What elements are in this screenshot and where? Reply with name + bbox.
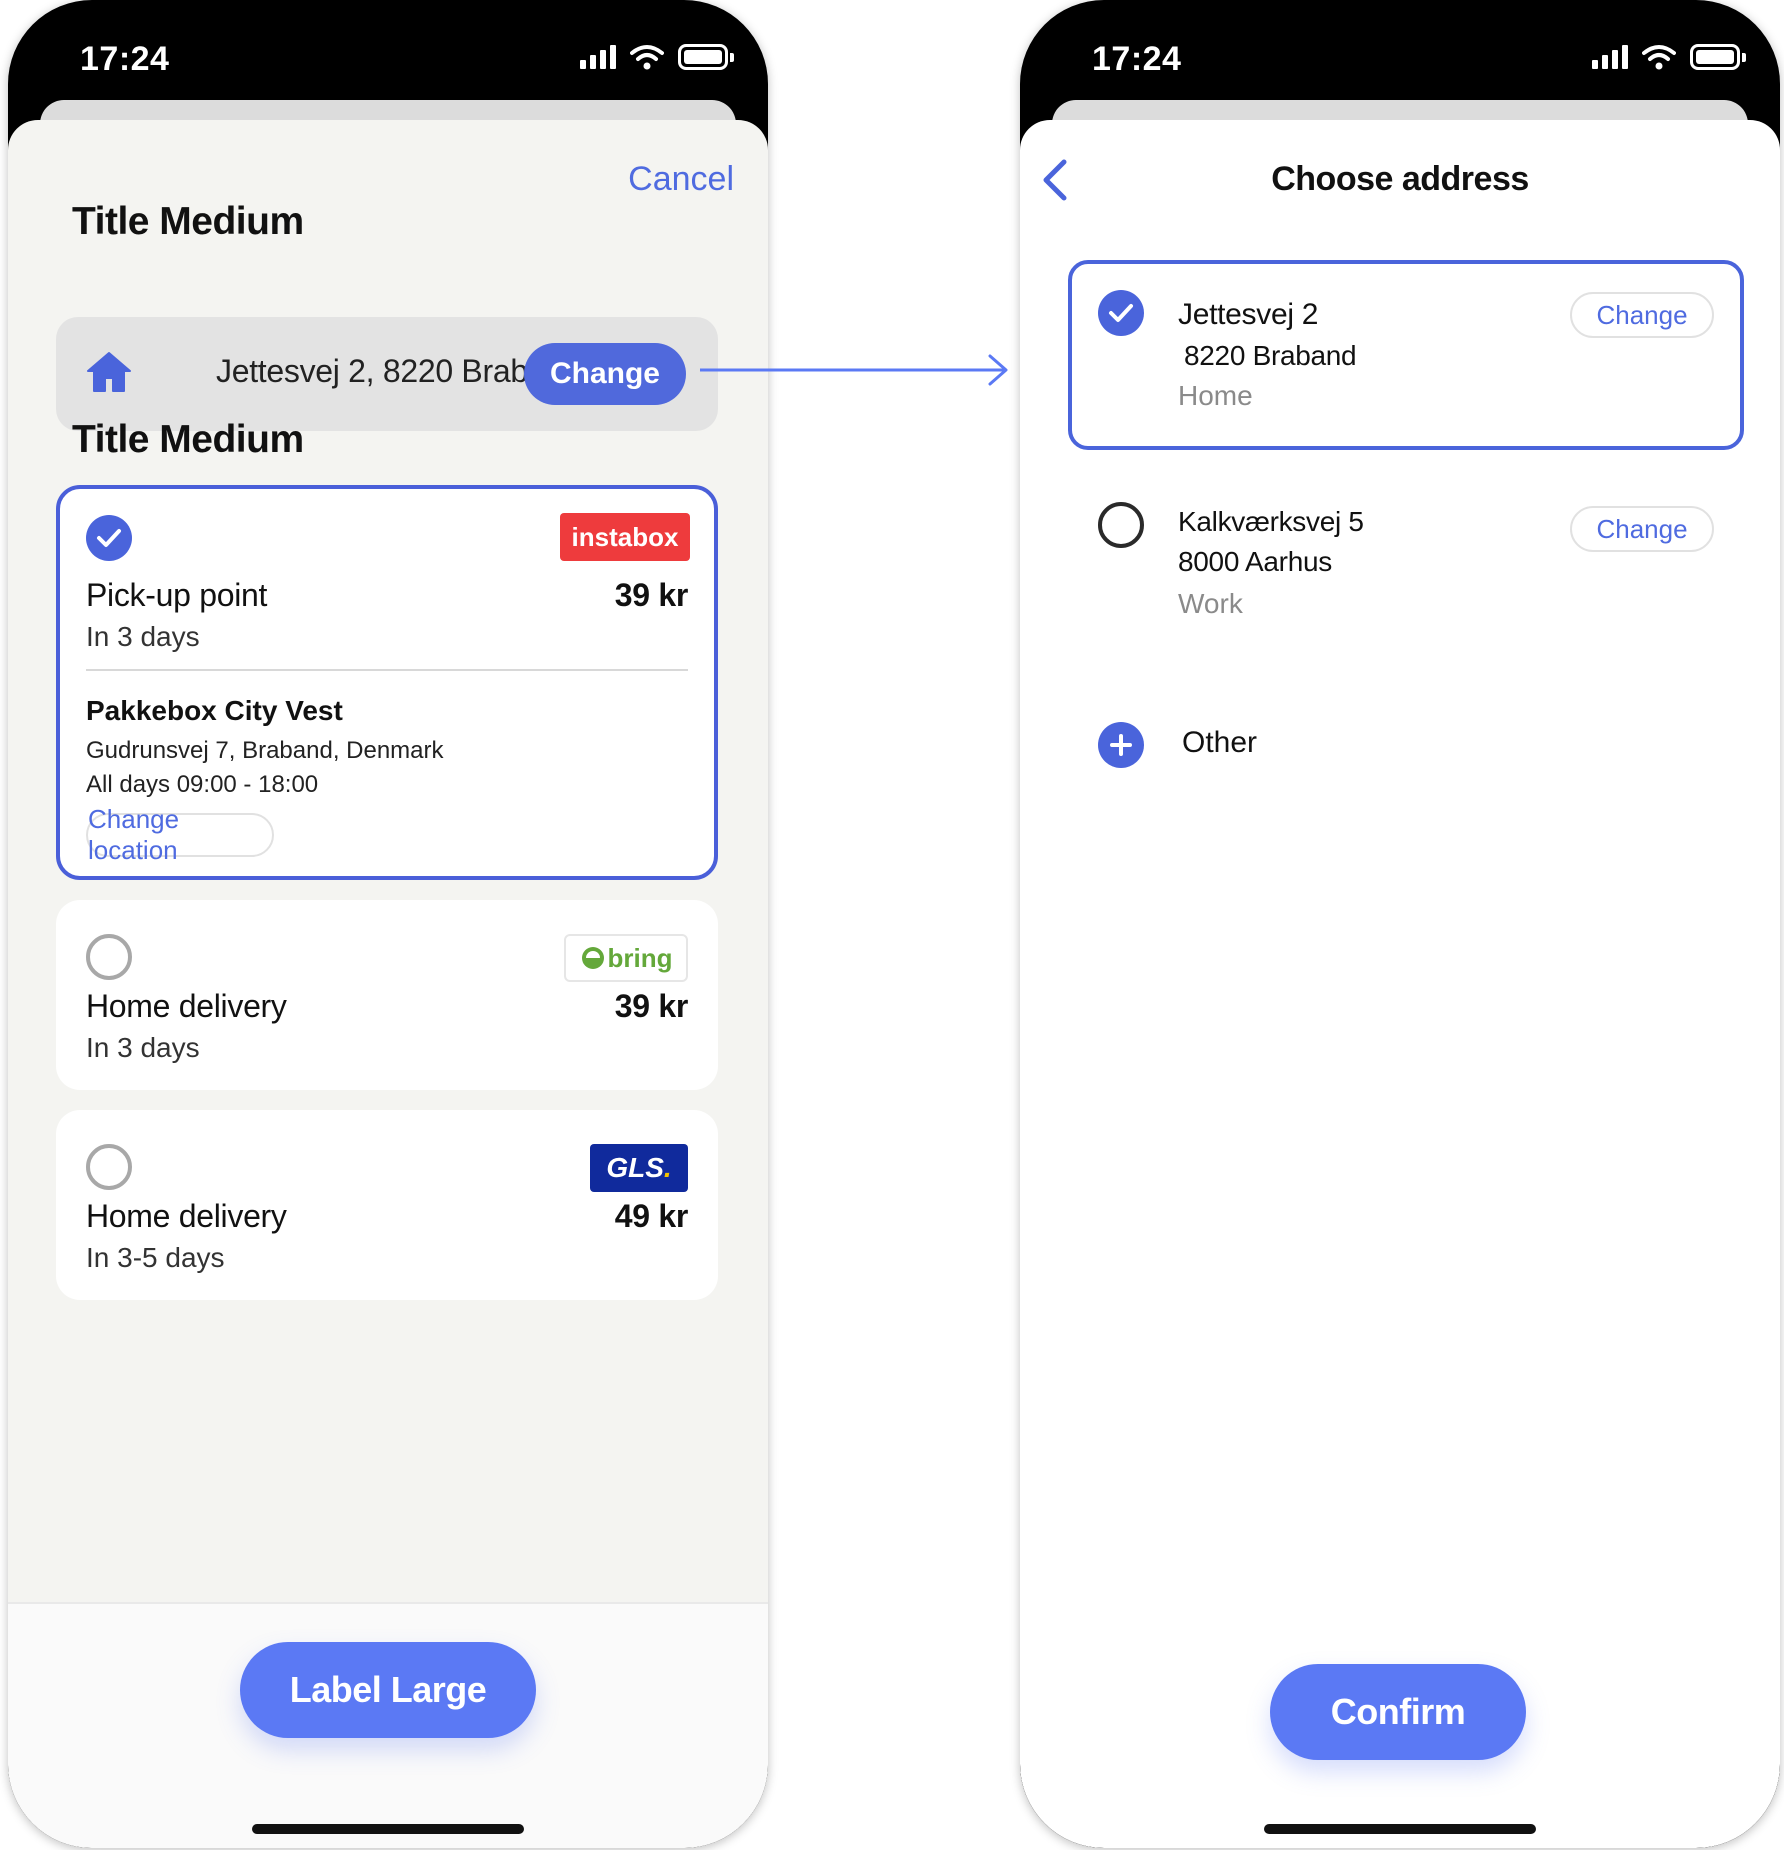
change-address-button[interactable]: Change <box>524 343 686 405</box>
instabox-logo: instabox <box>560 513 690 561</box>
wifi-icon <box>630 45 664 70</box>
check-icon <box>1109 304 1133 322</box>
primary-action-button[interactable]: Label Large <box>240 1642 536 1738</box>
add-other-address-label[interactable]: Other <box>1182 726 1257 760</box>
signal-icon <box>580 45 616 69</box>
confirm-button[interactable]: Confirm <box>1270 1664 1526 1760</box>
battery-icon <box>678 44 734 70</box>
radio-unselected[interactable] <box>86 1144 132 1190</box>
signal-icon <box>1592 45 1628 69</box>
check-icon <box>97 529 121 547</box>
section-title-shipping: Title Medium <box>72 418 304 461</box>
option-eta: In 3 days <box>86 621 200 652</box>
radio-selected-check-icon[interactable] <box>86 515 132 561</box>
option-name: Home delivery <box>86 1198 287 1234</box>
status-time: 17:24 <box>1092 40 1182 78</box>
wifi-icon <box>1642 45 1676 70</box>
home-indicator <box>252 1824 524 1834</box>
address-tag: Work <box>1178 588 1243 619</box>
radio-selected-check-icon[interactable] <box>1098 290 1144 336</box>
battery-icon <box>1690 44 1746 70</box>
change-address-button[interactable]: Change <box>1570 292 1714 338</box>
phone-left-shipping: 17:24 Cancel Title Medium Jettesvej 2, 8… <box>8 0 768 1848</box>
address-line-2: 8000 Aarhus <box>1178 546 1332 577</box>
radio-unselected[interactable] <box>1098 502 1144 548</box>
shipping-option-gls[interactable]: GLS. Home delivery 49 kr In 3-5 days <box>56 1110 718 1300</box>
option-eta: In 3 days <box>86 1032 200 1063</box>
gls-logo: GLS. <box>590 1144 688 1192</box>
status-time: 17:24 <box>80 40 170 78</box>
arrow-right-icon <box>700 354 1008 386</box>
shipping-sheet: Cancel Title Medium Jettesvej 2, 8220 Br… <box>8 120 768 1848</box>
pickup-point-hours: All days 09:00 - 18:00 <box>86 771 319 798</box>
pickup-point-address: Gudrunsvej 7, Braband, Denmark <box>86 737 444 764</box>
address-line-1: Jettesvej 2 <box>1178 298 1319 331</box>
option-eta: In 3-5 days <box>86 1242 225 1273</box>
plus-glyph <box>1110 734 1132 756</box>
section-title-address: Title Medium <box>72 200 304 243</box>
bring-logo: bring <box>564 934 688 982</box>
address-tag: Home <box>1178 380 1253 411</box>
shipping-option-bring[interactable]: bring Home delivery 39 kr In 3 days <box>56 900 718 1090</box>
bring-mark-icon <box>581 947 604 969</box>
pickup-point-name: Pakkebox City Vest <box>86 695 343 726</box>
bring-logo-text: bring <box>607 942 673 973</box>
option-name: Home delivery <box>86 988 287 1024</box>
address-item-home[interactable]: Jettesvej 2 8220 Braband Home Change <box>1068 260 1744 450</box>
status-icons <box>1592 44 1746 70</box>
choose-address-sheet: Choose address Jettesvej 2 8220 Braband … <box>1020 120 1780 1848</box>
shipping-option-instabox[interactable]: instabox Pick-up point 39 kr In 3 days P… <box>56 485 718 880</box>
option-name: Pick-up point <box>86 577 268 613</box>
option-divider <box>86 669 688 671</box>
bottom-action-bar: Label Large <box>8 1602 768 1848</box>
delivery-address-bar[interactable]: Jettesvej 2, 8220 Brab... Change <box>56 317 718 431</box>
status-icons <box>580 44 734 70</box>
address-line-2: 8220 Braband <box>1184 340 1357 371</box>
home-indicator <box>1264 1824 1536 1834</box>
option-price: 49 kr <box>614 1198 689 1234</box>
change-address-button[interactable]: Change <box>1570 506 1714 552</box>
gls-logo-text: GLS <box>606 1152 664 1183</box>
address-line-1: Kalkværksvej 5 <box>1178 506 1364 537</box>
option-price: 39 kr <box>614 577 689 613</box>
change-location-button[interactable]: Change location <box>86 804 274 865</box>
radio-unselected[interactable] <box>86 934 132 980</box>
delivery-address-text: Jettesvej 2, 8220 Brab... <box>216 353 554 389</box>
option-price: 39 kr <box>614 988 689 1024</box>
screen-title: Choose address <box>1271 160 1529 198</box>
address-item-work[interactable]: Kalkværksvej 5 8000 Aarhus Work Change <box>1068 472 1744 632</box>
phone-right-choose-address: 17:24 Choose address Jettesvej 2 8220 Br… <box>1020 0 1780 1848</box>
plus-icon[interactable] <box>1098 722 1144 768</box>
home-icon <box>87 352 131 392</box>
cancel-button[interactable]: Cancel <box>628 160 734 199</box>
